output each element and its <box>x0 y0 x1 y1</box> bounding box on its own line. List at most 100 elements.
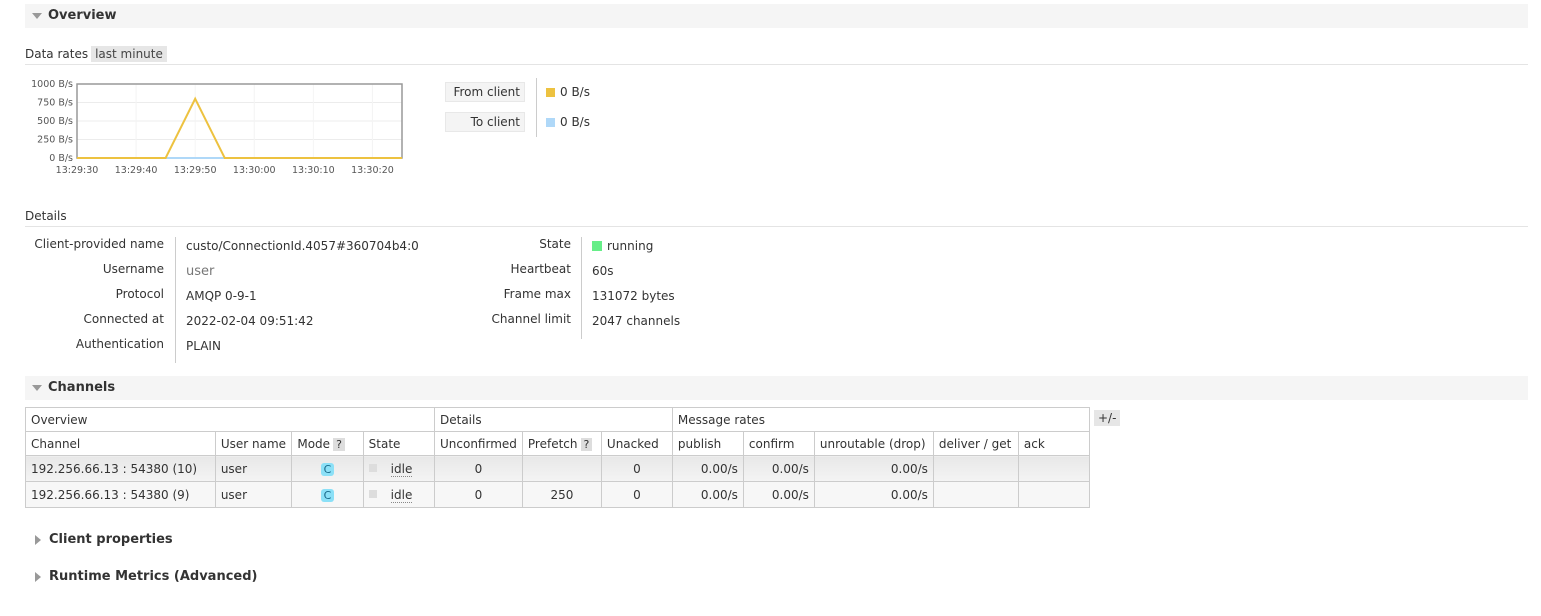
detail-authentication: PLAIN <box>186 339 221 353</box>
x-tick-label: 13:29:30 <box>56 165 99 176</box>
detail-label-channel-limit: Channel limit <box>491 312 571 326</box>
from-client-rate: 0 B/s <box>560 85 590 99</box>
help-icon[interactable]: ? <box>333 437 345 451</box>
publish-cell: 0.00/s <box>671 481 744 508</box>
idle-indicator <box>368 489 377 498</box>
table-row[interactable]: 192.256.66.13 : 54380 (10) user C idle 0… <box>25 455 1090 482</box>
group-message-rates: Message rates <box>671 407 1090 432</box>
details-divider <box>175 237 176 363</box>
col-confirm[interactable]: confirm <box>742 431 815 456</box>
col-deliver-get[interactable]: deliver / get <box>932 431 1019 456</box>
detail-label-authentication: Authentication <box>75 337 164 351</box>
confirm-mode-badge: C <box>320 462 335 476</box>
col-unacked[interactable]: Unacked <box>600 431 673 456</box>
col-user-name[interactable]: User name <box>214 431 293 456</box>
mode-cell: C <box>291 455 364 482</box>
to-client-rate: 0 B/s <box>560 115 590 129</box>
channels-table: Overview Details Message rates Channel U… <box>25 407 1090 508</box>
detail-label-heartbeat: Heartbeat <box>510 262 571 276</box>
detail-label-protocol: Protocol <box>115 287 164 301</box>
data-rates-chart: 1000 B/s750 B/s500 B/s250 B/s0 B/s13:29:… <box>31 79 403 176</box>
detail-state: running <box>592 239 653 253</box>
x-tick-label: 13:30:10 <box>292 165 335 176</box>
detail-channel-limit: 2047 channels <box>592 314 681 328</box>
detail-heartbeat: 60s <box>592 264 614 278</box>
overview-section-header[interactable]: Overview <box>25 4 1528 28</box>
col-channel[interactable]: Channel <box>25 431 216 456</box>
col-unconfirmed[interactable]: Unconfirmed <box>434 431 523 456</box>
y-tick-label: 750 B/s <box>37 98 73 109</box>
publish-cell: 0.00/s <box>671 455 744 482</box>
overview-title: Overview <box>48 8 117 23</box>
y-tick-label: 500 B/s <box>37 116 73 127</box>
legend-from-client-button[interactable]: From client <box>445 82 525 102</box>
client-properties-header[interactable]: Client properties <box>25 532 173 547</box>
col-mode[interactable]: Mode? <box>291 431 364 456</box>
prefetch-cell: 250 <box>521 481 602 508</box>
legend-from-client-value: 0 B/s <box>546 85 590 99</box>
expand-triangle-icon <box>35 571 41 582</box>
table-column-header-row: Channel User name Mode? State Unconfirme… <box>25 431 1090 456</box>
x-tick-label: 13:30:20 <box>351 165 394 176</box>
col-ack[interactable]: ack <box>1017 431 1090 456</box>
unroutable-cell: 0.00/s <box>813 481 934 508</box>
unconfirmed-cell: 0 <box>434 455 523 482</box>
data-rates-label: Data rates last minute <box>25 46 167 62</box>
from-client-swatch <box>546 88 555 97</box>
channel-link[interactable]: 192.256.66.13 : 54380 (9) <box>25 481 216 508</box>
series-line-from-client <box>77 96 402 159</box>
x-tick-label: 13:29:50 <box>174 165 217 176</box>
detail-client-name: custo/ConnectionId.4057#360704b4:0 <box>186 239 419 253</box>
user-cell: user <box>214 455 293 482</box>
unacked-cell: 0 <box>600 455 673 482</box>
detail-frame-max: 131072 bytes <box>592 289 675 303</box>
client-properties-title: Client properties <box>49 532 173 547</box>
unacked-cell: 0 <box>600 481 673 508</box>
legend-to-client-value: 0 B/s <box>546 115 590 129</box>
detail-label-frame-max: Frame max <box>503 287 571 301</box>
col-prefetch[interactable]: Prefetch? <box>521 431 602 456</box>
range-selector[interactable]: last minute <box>91 46 167 62</box>
detail-connected-at: 2022-02-04 09:51:42 <box>186 314 314 328</box>
y-tick-label: 250 B/s <box>37 135 73 146</box>
unconfirmed-cell: 0 <box>434 481 523 508</box>
prefetch-cell <box>521 455 602 482</box>
detail-label-connected-at: Connected at <box>83 312 165 326</box>
help-icon[interactable]: ? <box>580 437 593 451</box>
legend-to-client-button[interactable]: To client <box>445 112 525 132</box>
divider <box>25 64 1528 65</box>
detail-label-client-name: Client-provided name <box>34 237 164 251</box>
col-publish[interactable]: publish <box>671 431 744 456</box>
detail-username: user <box>186 264 215 279</box>
user-cell: user <box>214 481 293 508</box>
x-tick-label: 13:30:00 <box>233 165 276 176</box>
channels-section-header[interactable]: Channels <box>25 376 1528 400</box>
y-tick-label: 1000 B/s <box>31 79 73 90</box>
col-unroutable[interactable]: unroutable (drop) <box>813 431 934 456</box>
details-label: Details <box>25 209 67 223</box>
unroutable-cell: 0.00/s <box>813 455 934 482</box>
table-row[interactable]: 192.256.66.13 : 54380 (9) user C idle 0 … <box>25 481 1090 508</box>
deliver-get-cell <box>932 481 1019 508</box>
group-details: Details <box>434 407 673 432</box>
toggle-columns-button[interactable]: +/- <box>1094 410 1121 426</box>
y-tick-label: 0 B/s <box>49 153 73 164</box>
channel-link[interactable]: 192.256.66.13 : 54380 (10) <box>25 455 216 482</box>
group-overview: Overview <box>25 407 435 432</box>
state-cell: idle <box>362 481 436 508</box>
collapse-triangle-icon <box>32 12 42 19</box>
state-text: running <box>607 239 654 253</box>
ack-cell <box>1017 481 1090 508</box>
detail-protocol: AMQP 0-9-1 <box>186 289 257 303</box>
table-group-header-row: Overview Details Message rates <box>25 407 1090 432</box>
runtime-metrics-header[interactable]: Runtime Metrics (Advanced) <box>25 569 257 584</box>
state-running-indicator <box>592 241 602 251</box>
state-text: idle <box>390 487 413 503</box>
deliver-get-cell <box>932 455 1019 482</box>
confirm-mode-badge: C <box>320 488 335 502</box>
channels-title: Channels <box>48 380 116 395</box>
to-client-swatch <box>546 118 555 127</box>
collapse-triangle-icon <box>32 384 42 391</box>
col-state[interactable]: State <box>362 431 436 456</box>
detail-label-username: Username <box>102 262 164 276</box>
